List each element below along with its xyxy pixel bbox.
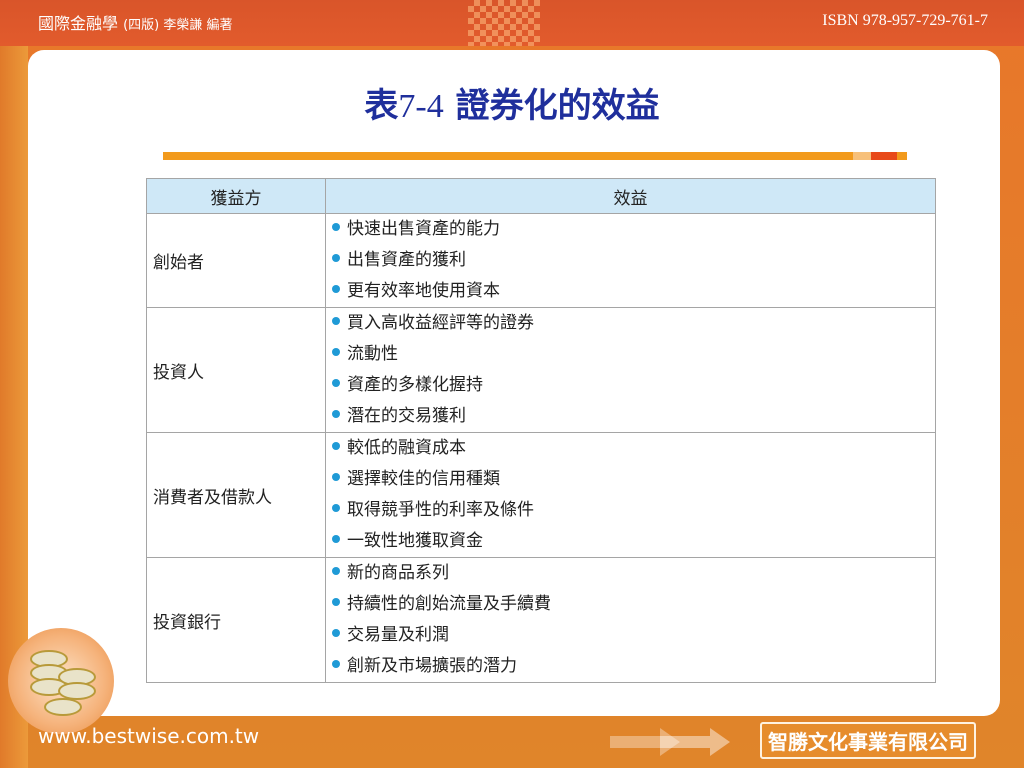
benefit-text: 買入高收益經評等的證券 <box>347 313 534 333</box>
benefit-list: 買入高收益經評等的證券 流動性 資產的多樣化握持 潛在的交易獲利 <box>332 308 935 432</box>
benefit-list: 新的商品系列 持續性的創始流量及手續費 交易量及利潤 創新及市場擴張的潛力 <box>332 558 935 682</box>
table-row: 投資銀行 新的商品系列 持續性的創始流量及手續費 交易量及利潤 創新及市場擴張的… <box>146 557 936 683</box>
benefit-text: 快速出售資產的能力 <box>347 219 500 239</box>
bullet-icon <box>332 348 340 356</box>
benefit-list: 快速出售資產的能力 出售資產的獲利 更有效率地使用資本 <box>332 214 935 307</box>
column-header-party: 獲益方 <box>146 178 326 214</box>
bullet-icon <box>332 223 340 231</box>
coin-icon <box>44 698 82 716</box>
list-item: 創新及市場擴張的潛力 <box>332 651 935 682</box>
list-item: 較低的融資成本 <box>332 433 935 464</box>
list-item: 買入高收益經評等的證券 <box>332 308 935 339</box>
slide-title-number: 7-4 <box>398 88 444 125</box>
benefit-text: 潛在的交易獲利 <box>347 406 466 426</box>
column-header-benefit: 效益 <box>325 178 936 214</box>
bullet-icon <box>332 379 340 387</box>
bullet-icon <box>332 410 340 418</box>
bullet-icon <box>332 473 340 481</box>
bullet-icon <box>332 254 340 262</box>
list-item: 新的商品系列 <box>332 558 935 589</box>
benefit-text: 持續性的創始流量及手續費 <box>347 594 551 614</box>
title-underline <box>163 152 853 160</box>
publisher-label: 智勝文化事業有限公司 <box>760 722 976 759</box>
benefit-text: 資產的多樣化握持 <box>347 375 483 395</box>
benefit-cell: 新的商品系列 持續性的創始流量及手續費 交易量及利潤 創新及市場擴張的潛力 <box>325 557 936 683</box>
benefit-text: 一致性地獲取資金 <box>347 531 483 551</box>
party-cell: 投資人 <box>146 307 326 433</box>
benefit-cell: 快速出售資產的能力 出售資產的獲利 更有效率地使用資本 <box>325 213 936 308</box>
slide-title: 表7-4 證券化的效益 <box>0 78 1024 127</box>
benefit-text: 交易量及利潤 <box>347 625 449 645</box>
list-item: 流動性 <box>332 339 935 370</box>
bullet-icon <box>332 285 340 293</box>
list-item: 交易量及利潤 <box>332 620 935 651</box>
isbn-label: ISBN 978-957-729-761-7 <box>822 12 988 29</box>
benefit-text: 出售資產的獲利 <box>347 250 466 270</box>
list-item: 潛在的交易獲利 <box>332 401 935 432</box>
securitization-benefits-table: 獲益方 效益 創始者 快速出售資產的能力 出售資產的獲利 更有效率地使用資本 投… <box>146 178 936 683</box>
book-title-subtitle: (四版) 李榮謙 編著 <box>123 18 233 33</box>
bullet-icon <box>332 317 340 325</box>
list-item: 取得競爭性的利率及條件 <box>332 495 935 526</box>
table-header-row: 獲益方 效益 <box>146 178 936 214</box>
checker-decoration <box>468 0 540 46</box>
table-row: 消費者及借款人 較低的融資成本 選擇較佳的信用種類 取得競爭性的利率及條件 一致… <box>146 432 936 558</box>
benefit-text: 取得競爭性的利率及條件 <box>347 500 534 520</box>
list-item: 快速出售資產的能力 <box>332 214 935 245</box>
title-underline-accent <box>853 152 871 160</box>
party-cell: 投資銀行 <box>146 557 326 683</box>
benefit-text: 更有效率地使用資本 <box>347 281 500 301</box>
coins-icon <box>8 628 114 734</box>
slide-title-prefix: 表 <box>364 86 399 126</box>
benefit-text: 新的商品系列 <box>347 563 449 583</box>
benefit-cell: 較低的融資成本 選擇較佳的信用種類 取得競爭性的利率及條件 一致性地獲取資金 <box>325 432 936 558</box>
benefit-cell: 買入高收益經評等的證券 流動性 資產的多樣化握持 潛在的交易獲利 <box>325 307 936 433</box>
title-underline-accent <box>897 152 907 160</box>
bullet-icon <box>332 442 340 450</box>
benefit-text: 流動性 <box>347 344 398 364</box>
list-item: 更有效率地使用資本 <box>332 276 935 307</box>
benefit-list: 較低的融資成本 選擇較佳的信用種類 取得競爭性的利率及條件 一致性地獲取資金 <box>332 433 935 557</box>
benefit-text: 選擇較佳的信用種類 <box>347 469 500 489</box>
bullet-icon <box>332 660 340 668</box>
book-title-main: 國際金融學 <box>38 14 119 33</box>
title-underline-accent <box>871 152 897 160</box>
list-item: 選擇較佳的信用種類 <box>332 464 935 495</box>
bullet-icon <box>332 504 340 512</box>
bullet-icon <box>332 535 340 543</box>
list-item: 持續性的創始流量及手續費 <box>332 589 935 620</box>
list-item: 資產的多樣化握持 <box>332 370 935 401</box>
arrows-icon <box>610 728 730 756</box>
benefit-text: 創新及市場擴張的潛力 <box>347 656 517 676</box>
bullet-icon <box>332 598 340 606</box>
list-item: 一致性地獲取資金 <box>332 526 935 557</box>
bullet-icon <box>332 629 340 637</box>
book-title: 國際金融學 (四版) 李榮謙 編著 <box>38 10 233 34</box>
table-row: 創始者 快速出售資產的能力 出售資產的獲利 更有效率地使用資本 <box>146 213 936 308</box>
slide-title-text: 證券化的效益 <box>455 86 660 126</box>
website-url: www.bestwise.com.tw <box>38 724 260 748</box>
benefit-text: 較低的融資成本 <box>347 438 466 458</box>
list-item: 出售資產的獲利 <box>332 245 935 276</box>
table-row: 投資人 買入高收益經評等的證券 流動性 資產的多樣化握持 潛在的交易獲利 <box>146 307 936 433</box>
bullet-icon <box>332 567 340 575</box>
party-cell: 消費者及借款人 <box>146 432 326 558</box>
header-bar: 國際金融學 (四版) 李榮謙 編著 ISBN 978-957-729-761-7 <box>0 0 1024 46</box>
party-cell: 創始者 <box>146 213 326 308</box>
